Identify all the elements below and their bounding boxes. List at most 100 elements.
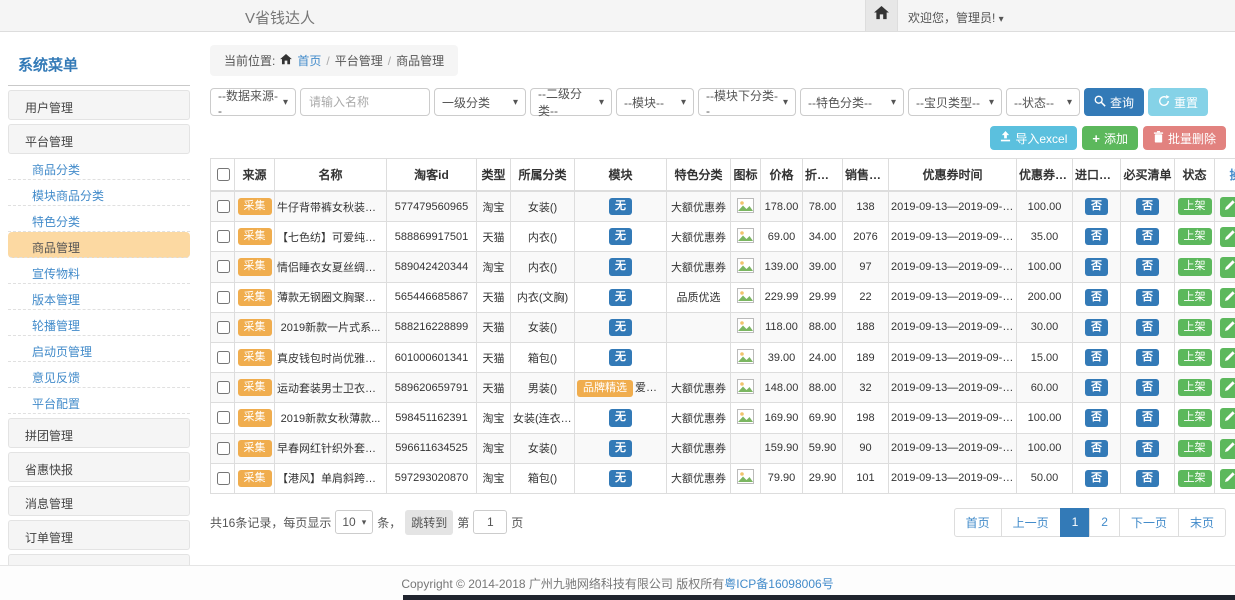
edit-button[interactable] [1220, 469, 1235, 489]
filter-select[interactable]: --模块--▾ [616, 88, 694, 116]
must-buy-toggle[interactable]: 否 [1136, 258, 1159, 275]
filter-select[interactable]: --数据来源--▾ [210, 88, 296, 116]
sidebar-item[interactable]: 轮播管理 [8, 310, 190, 336]
query-button[interactable]: 查询 [1084, 88, 1144, 116]
sidebar-item[interactable]: 平台管理 [8, 124, 190, 154]
pager-button[interactable]: 首页 [954, 508, 1002, 537]
must-buy-toggle[interactable]: 否 [1136, 409, 1159, 426]
edit-button[interactable] [1220, 348, 1235, 368]
import-select-toggle[interactable]: 否 [1085, 198, 1108, 215]
status-button[interactable]: 上架 [1178, 440, 1212, 457]
row-checkbox[interactable] [217, 442, 230, 455]
status-button[interactable]: 上架 [1178, 198, 1212, 215]
filter-select[interactable]: --状态--▾ [1006, 88, 1080, 116]
edit-button[interactable] [1220, 288, 1235, 308]
must-buy-toggle[interactable]: 否 [1136, 228, 1159, 245]
module-none-button[interactable]: 无 [609, 289, 632, 306]
home-button[interactable] [865, 0, 898, 31]
pager-button[interactable]: 末页 [1178, 508, 1226, 537]
batch-delete-button[interactable]: 批量删除 [1143, 126, 1226, 150]
row-checkbox[interactable] [217, 472, 230, 485]
filter-select[interactable]: 一级分类▾ [434, 88, 526, 116]
import-select-toggle[interactable]: 否 [1085, 258, 1108, 275]
must-buy-toggle[interactable]: 否 [1136, 440, 1159, 457]
sidebar-item[interactable]: 启动页管理 [8, 336, 190, 362]
breadcrumb-home-link[interactable]: 首页 [297, 52, 321, 69]
filter-select[interactable]: --二级分类--▾ [530, 88, 612, 116]
status-button[interactable]: 上架 [1178, 349, 1212, 366]
module-none-button[interactable]: 无 [609, 319, 632, 336]
edit-button[interactable] [1220, 439, 1235, 459]
import-select-toggle[interactable]: 否 [1085, 440, 1108, 457]
import-select-toggle[interactable]: 否 [1085, 319, 1108, 336]
pager-button[interactable]: 下一页 [1119, 508, 1179, 537]
pager-button[interactable]: 1 [1060, 508, 1091, 537]
status-button[interactable]: 上架 [1178, 379, 1212, 396]
status-button[interactable]: 上架 [1178, 319, 1212, 336]
sidebar-item[interactable]: 订单管理 [8, 520, 190, 550]
filter-select[interactable]: --宝贝类型--▾ [908, 88, 1002, 116]
row-checkbox[interactable] [217, 411, 230, 424]
status-button[interactable]: 上架 [1178, 409, 1212, 426]
page-number-input[interactable] [473, 510, 507, 534]
name-search-input[interactable] [300, 88, 430, 116]
import-select-toggle[interactable]: 否 [1085, 379, 1108, 396]
row-checkbox[interactable] [217, 230, 230, 243]
jump-button[interactable]: 跳转到 [405, 510, 453, 535]
module-none-button[interactable]: 无 [609, 258, 632, 275]
import-excel-button[interactable]: 导入excel [990, 126, 1077, 150]
sidebar-item[interactable]: 模块商品分类 [8, 180, 190, 206]
filter-select[interactable]: --模块下分类--▾ [698, 88, 796, 116]
edit-button[interactable] [1220, 318, 1235, 338]
sidebar-item[interactable]: 用户管理 [8, 90, 190, 120]
sidebar-item[interactable]: 特色分类 [8, 206, 190, 232]
module-none-button[interactable]: 无 [609, 198, 632, 215]
status-button[interactable]: 上架 [1178, 228, 1212, 245]
must-buy-toggle[interactable]: 否 [1136, 198, 1159, 215]
edit-button[interactable] [1220, 197, 1235, 217]
import-select-toggle[interactable]: 否 [1085, 349, 1108, 366]
edit-button[interactable] [1220, 378, 1235, 398]
must-buy-toggle[interactable]: 否 [1136, 379, 1159, 396]
module-none-button[interactable]: 无 [609, 409, 632, 426]
must-buy-toggle[interactable]: 否 [1136, 349, 1159, 366]
sidebar-item[interactable]: 意见反馈 [8, 362, 190, 388]
status-button[interactable]: 上架 [1178, 289, 1212, 306]
sidebar-item[interactable]: 拼团管理 [8, 418, 190, 448]
edit-button[interactable] [1220, 408, 1235, 428]
select-all-checkbox[interactable] [217, 168, 230, 181]
pager-button[interactable]: 2 [1089, 508, 1120, 537]
page-size-select[interactable]: 10 ▾ [335, 510, 373, 534]
row-checkbox[interactable] [217, 291, 230, 304]
filter-select[interactable]: --特色分类--▾ [800, 88, 904, 116]
pager-button[interactable]: 上一页 [1001, 508, 1061, 537]
user-menu[interactable]: 欢迎您，管理员! ▾ [908, 9, 1004, 26]
import-select-toggle[interactable]: 否 [1085, 289, 1108, 306]
sidebar-item[interactable]: 省惠快报 [8, 452, 190, 482]
status-button[interactable]: 上架 [1178, 258, 1212, 275]
module-none-button[interactable]: 无 [609, 470, 632, 487]
must-buy-toggle[interactable]: 否 [1136, 289, 1159, 306]
module-none-button[interactable]: 无 [609, 228, 632, 245]
edit-button[interactable] [1220, 227, 1235, 247]
import-select-toggle[interactable]: 否 [1085, 470, 1108, 487]
import-select-toggle[interactable]: 否 [1085, 228, 1108, 245]
row-checkbox[interactable] [217, 351, 230, 364]
sidebar-item[interactable]: 消息管理 [8, 486, 190, 516]
row-checkbox[interactable] [217, 200, 230, 213]
module-none-button[interactable]: 无 [609, 349, 632, 366]
add-button[interactable]: + 添加 [1082, 126, 1138, 150]
row-checkbox[interactable] [217, 381, 230, 394]
edit-button[interactable] [1220, 257, 1235, 277]
reset-button[interactable]: 重置 [1148, 88, 1208, 116]
sidebar-item[interactable]: 宣传物料 [8, 258, 190, 284]
must-buy-toggle[interactable]: 否 [1136, 319, 1159, 336]
row-checkbox[interactable] [217, 260, 230, 273]
icp-link[interactable]: 粤ICP备16098006号 [724, 575, 833, 592]
module-none-button[interactable]: 无 [609, 440, 632, 457]
import-select-toggle[interactable]: 否 [1085, 409, 1108, 426]
row-checkbox[interactable] [217, 321, 230, 334]
sidebar-item[interactable]: 版本管理 [8, 284, 190, 310]
sidebar-item[interactable]: 商品分类 [8, 154, 190, 180]
status-button[interactable]: 上架 [1178, 470, 1212, 487]
